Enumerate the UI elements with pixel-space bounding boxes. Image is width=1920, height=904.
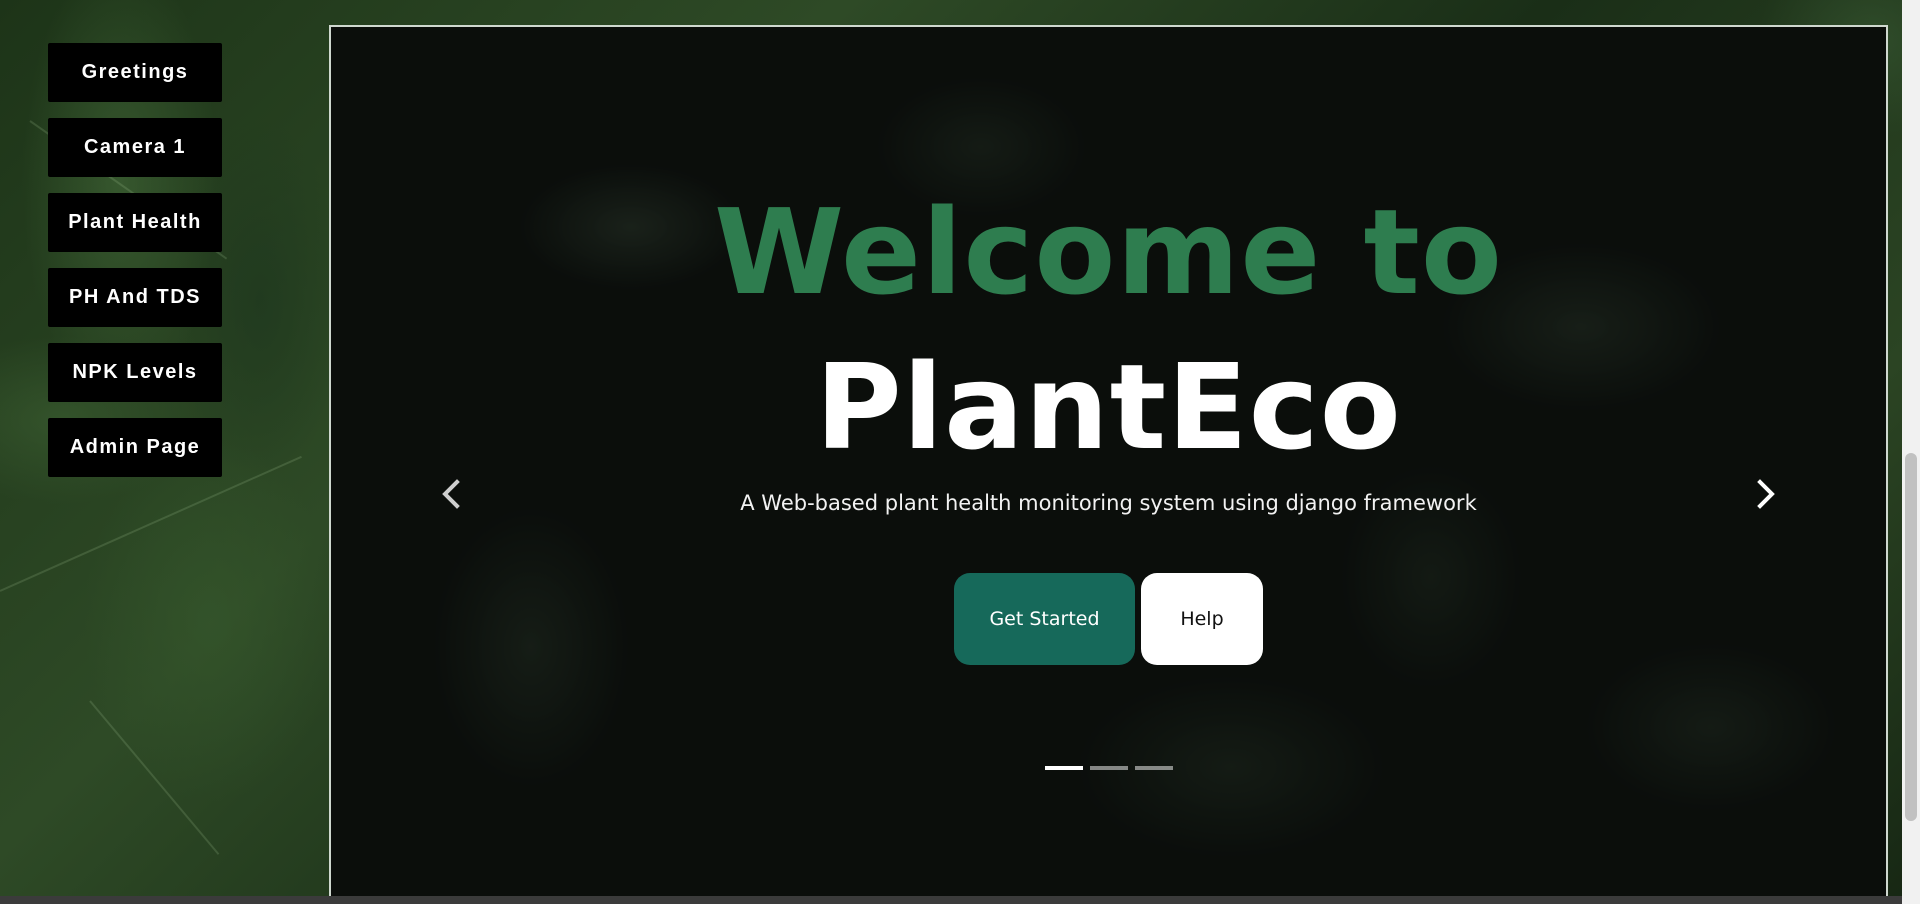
carousel-indicator-2[interactable] <box>1089 766 1128 770</box>
sidebar-item-greetings[interactable]: Greetings <box>48 43 222 102</box>
hero-subtitle: A Web-based plant health monitoring syst… <box>740 491 1477 515</box>
sidebar-item-plant-health[interactable]: Plant Health <box>48 193 222 252</box>
sidebar-item-npk-levels[interactable]: NPK Levels <box>48 343 222 402</box>
hero-title-brand: PlantEco <box>815 338 1402 476</box>
hero-content: Welcome to PlantEco A Web-based plant he… <box>331 177 1886 665</box>
horizontal-scrollbar-track <box>0 896 1902 904</box>
scrollbar-thumb[interactable] <box>1905 453 1917 821</box>
sidebar-nav: Greetings Camera 1 Plant Health PH And T… <box>48 43 222 493</box>
carousel-next-button[interactable] <box>1746 469 1786 519</box>
page-scrollbar[interactable] <box>1902 0 1920 904</box>
get-started-button[interactable]: Get Started <box>954 573 1135 665</box>
carousel-indicator-3[interactable] <box>1134 766 1173 770</box>
hero-title-welcome: Welcome to <box>714 183 1503 321</box>
carousel-indicator-1[interactable] <box>1044 766 1083 770</box>
sidebar-item-admin-page[interactable]: Admin Page <box>48 418 222 477</box>
help-button[interactable]: Help <box>1141 573 1263 665</box>
carousel-indicators <box>331 766 1886 770</box>
background-leaf-vein <box>89 700 220 855</box>
hero-cta-row: Get Started Help <box>331 573 1886 665</box>
sidebar-item-ph-and-tds[interactable]: PH And TDS <box>48 268 222 327</box>
carousel-prev-button[interactable] <box>431 469 471 519</box>
chevron-right-icon <box>1757 479 1775 509</box>
hero-carousel: Welcome to PlantEco A Web-based plant he… <box>329 25 1888 904</box>
chevron-left-icon <box>442 479 460 509</box>
sidebar-item-camera-1[interactable]: Camera 1 <box>48 118 222 177</box>
